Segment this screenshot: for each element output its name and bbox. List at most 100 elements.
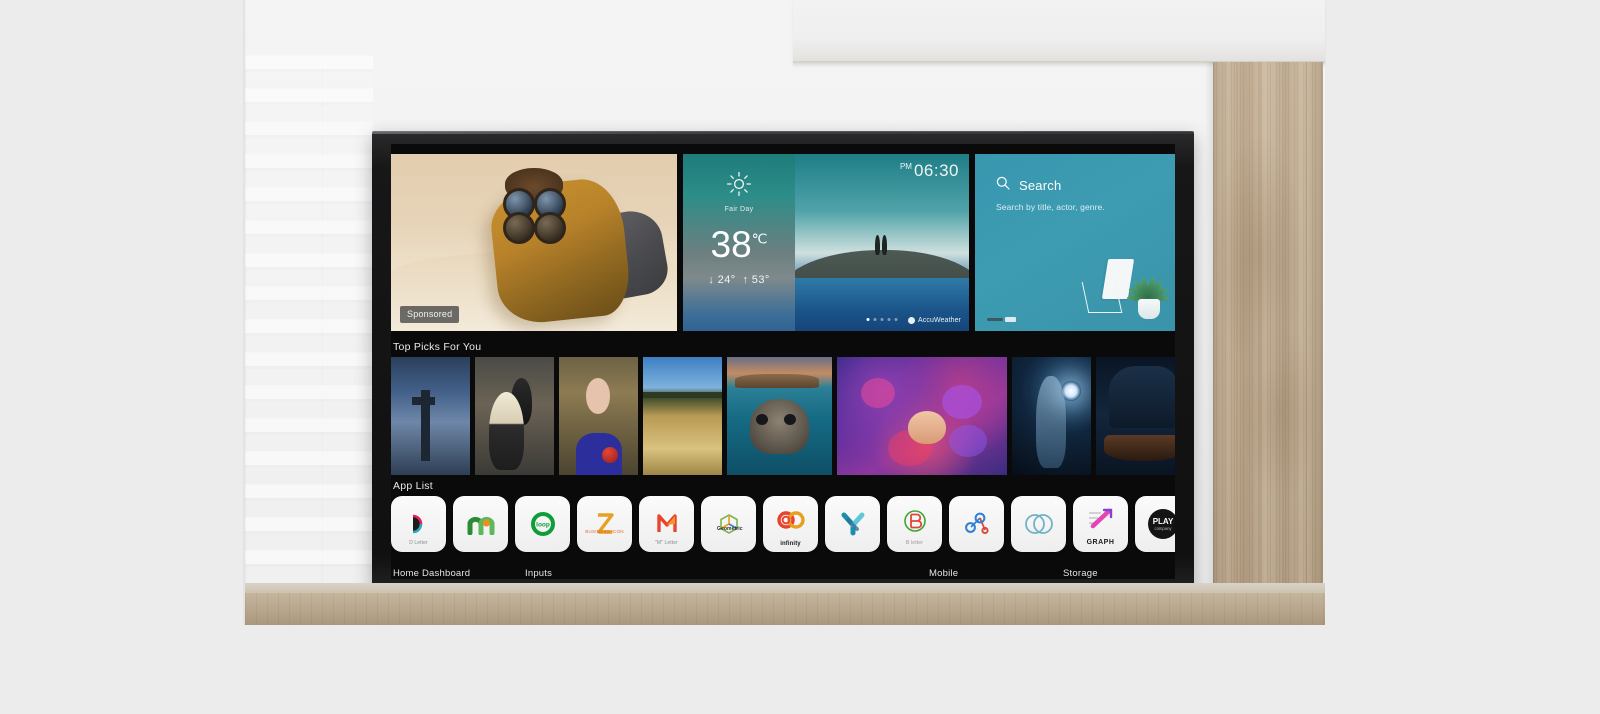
television-frame: Sponsored Fair Day 38℃ ↓ 24° ↑ 53° PM 06… [372, 131, 1194, 591]
floor-area [0, 625, 1600, 714]
app-tile-label: infinity [780, 541, 801, 547]
app-tile-label: D Letter [409, 540, 428, 546]
ceiling-soffit [793, 0, 1325, 64]
decor-remote [987, 318, 1003, 321]
app-list-row[interactable]: D Letter loop BUSINESS ICON "M" Letter G… [391, 496, 1175, 554]
carousel-dot[interactable] [887, 318, 891, 321]
console-front-panel [245, 593, 1325, 625]
clock-ampm: PM [899, 162, 912, 172]
weather-provider: AccuWeather [908, 317, 961, 324]
weather-card[interactable]: Fair Day 38℃ ↓ 24° ↑ 53° PM 06:30 AccuWe… [683, 154, 969, 331]
top-pick-thumbnail[interactable] [1096, 357, 1175, 475]
carousel-dot[interactable] [894, 318, 898, 321]
top-pick-thumbnail[interactable] [643, 357, 722, 475]
search-subtitle: Search by title, actor, genre. [996, 202, 1105, 212]
weather-temperature: 38℃ [683, 226, 795, 263]
d-letter-icon [408, 513, 430, 535]
thumb-apple [601, 447, 618, 464]
decor-chair [1081, 259, 1135, 313]
sponsored-badge: Sponsored [400, 306, 460, 323]
top-pick-thumbnail[interactable] [475, 357, 554, 475]
carousel-dot[interactable] [873, 318, 877, 321]
top-pick-thumbnail[interactable] [837, 357, 1007, 475]
tv-product-scene: Sponsored Fair Day 38℃ ↓ 24° ↑ 53° PM 06… [0, 0, 1600, 714]
decor-plant [1127, 245, 1171, 319]
app-tile-label: GRAPH [1086, 539, 1115, 546]
svg-text:loop: loop [536, 522, 550, 529]
infinity-rings-icon [776, 509, 806, 531]
top-pick-thumbnail[interactable] [559, 357, 638, 475]
top-pick-thumbnail[interactable] [1012, 357, 1091, 475]
wall-corner-edge [243, 0, 247, 625]
app-tile-business-icon[interactable]: BUSINESS ICON [577, 496, 632, 552]
thumb-face [585, 378, 610, 414]
app-tile-circles[interactable] [1011, 496, 1066, 552]
dock-label-home-dashboard[interactable]: Home Dashboard [393, 568, 470, 579]
accuweather-logo-icon [908, 317, 915, 324]
carousel-dot[interactable] [880, 318, 884, 321]
sponsored-hero-card[interactable]: Sponsored [391, 154, 677, 331]
m-monogram-icon [466, 513, 496, 535]
scenery-tree [875, 235, 881, 256]
app-tile-label: B letter [905, 540, 924, 546]
temperature-value: 38 [710, 224, 752, 265]
app-tile-y-letter[interactable] [825, 496, 880, 552]
app-tile-play[interactable]: PLAY company PLAY [1135, 496, 1175, 552]
console-top-surface [245, 583, 1325, 593]
dock-label-mobile[interactable]: Mobile [929, 568, 958, 579]
app-tile-d-letter[interactable]: D Letter [391, 496, 446, 552]
loop-ring-icon: loop [530, 511, 556, 537]
thumb-face [908, 411, 946, 445]
thumb-flower [949, 425, 988, 458]
app-tile-molecule[interactable] [949, 496, 1004, 552]
carousel-dot[interactable] [866, 318, 870, 321]
dock-label-inputs[interactable]: Inputs [525, 568, 552, 579]
app-tile-loop[interactable]: loop loop [515, 496, 570, 552]
top-pick-thumbnail[interactable] [391, 357, 470, 475]
weather-high: ↑ 53° [742, 274, 770, 286]
svg-text:company: company [1154, 526, 1172, 531]
thumb-skull-eye [756, 413, 769, 425]
top-pick-thumbnail[interactable] [727, 357, 832, 475]
thumb-ship-hull [1103, 434, 1175, 461]
chair-legs [1081, 282, 1123, 313]
dock-label-storage[interactable]: Storage [1063, 568, 1098, 579]
search-icon [996, 176, 1010, 195]
graph-arrow-icon [1087, 508, 1115, 530]
app-tile-b-letter[interactable]: B letter [887, 496, 942, 552]
app-tile-graph[interactable]: GRAPH [1073, 496, 1128, 552]
app-tile-infinity[interactable]: infinity [763, 496, 818, 552]
thumb-rock [1109, 366, 1175, 428]
thumb-island [735, 373, 820, 388]
clock-display: PM 06:30 [900, 162, 959, 179]
app-tile-m-letter[interactable]: "M" Letter [639, 496, 694, 552]
thumb-flower [860, 378, 895, 409]
home-top-row: Sponsored Fair Day 38℃ ↓ 24° ↑ 53° PM 06… [391, 154, 1175, 331]
top-picks-row[interactable] [391, 357, 1175, 475]
sun-icon [726, 171, 752, 202]
b-letter-circle-icon [903, 509, 927, 533]
tv-screen: Sponsored Fair Day 38℃ ↓ 24° ↑ 53° PM 06… [391, 144, 1175, 579]
overlapping-circles-icon [1023, 512, 1055, 536]
dock-labels-row: Home Dashboard Inputs Mobile Storage [391, 568, 1175, 579]
molecule-node-icon [964, 511, 990, 537]
thumb-light-flare [1060, 380, 1081, 401]
thumb-skull-eye [783, 413, 796, 425]
search-card[interactable]: Search Search by title, actor, genre. [975, 154, 1175, 331]
weather-info-panel: Fair Day 38℃ ↓ 24° ↑ 53° [683, 154, 795, 331]
binocular-barrel-icon [502, 212, 535, 245]
clock-time: 06:30 [913, 161, 959, 180]
carousel-dots[interactable] [866, 318, 898, 321]
app-tile-label: "M" Letter [655, 540, 678, 546]
weather-low: ↓ 24° [708, 274, 736, 286]
top-picks-title: Top Picks For You [393, 341, 482, 353]
thumb-flower [942, 385, 983, 420]
app-tile-geometric[interactable]: Geometric [701, 496, 756, 552]
weather-min-max: ↓ 24° ↑ 53° [683, 274, 795, 286]
app-tile-m-monogram[interactable] [453, 496, 508, 552]
search-header: Search [996, 176, 1061, 195]
scenery-tree [882, 235, 887, 256]
svg-text:PLAY: PLAY [1152, 517, 1173, 526]
app-list-title: App List [393, 480, 433, 492]
app-tile-label: Geometric [717, 526, 743, 532]
